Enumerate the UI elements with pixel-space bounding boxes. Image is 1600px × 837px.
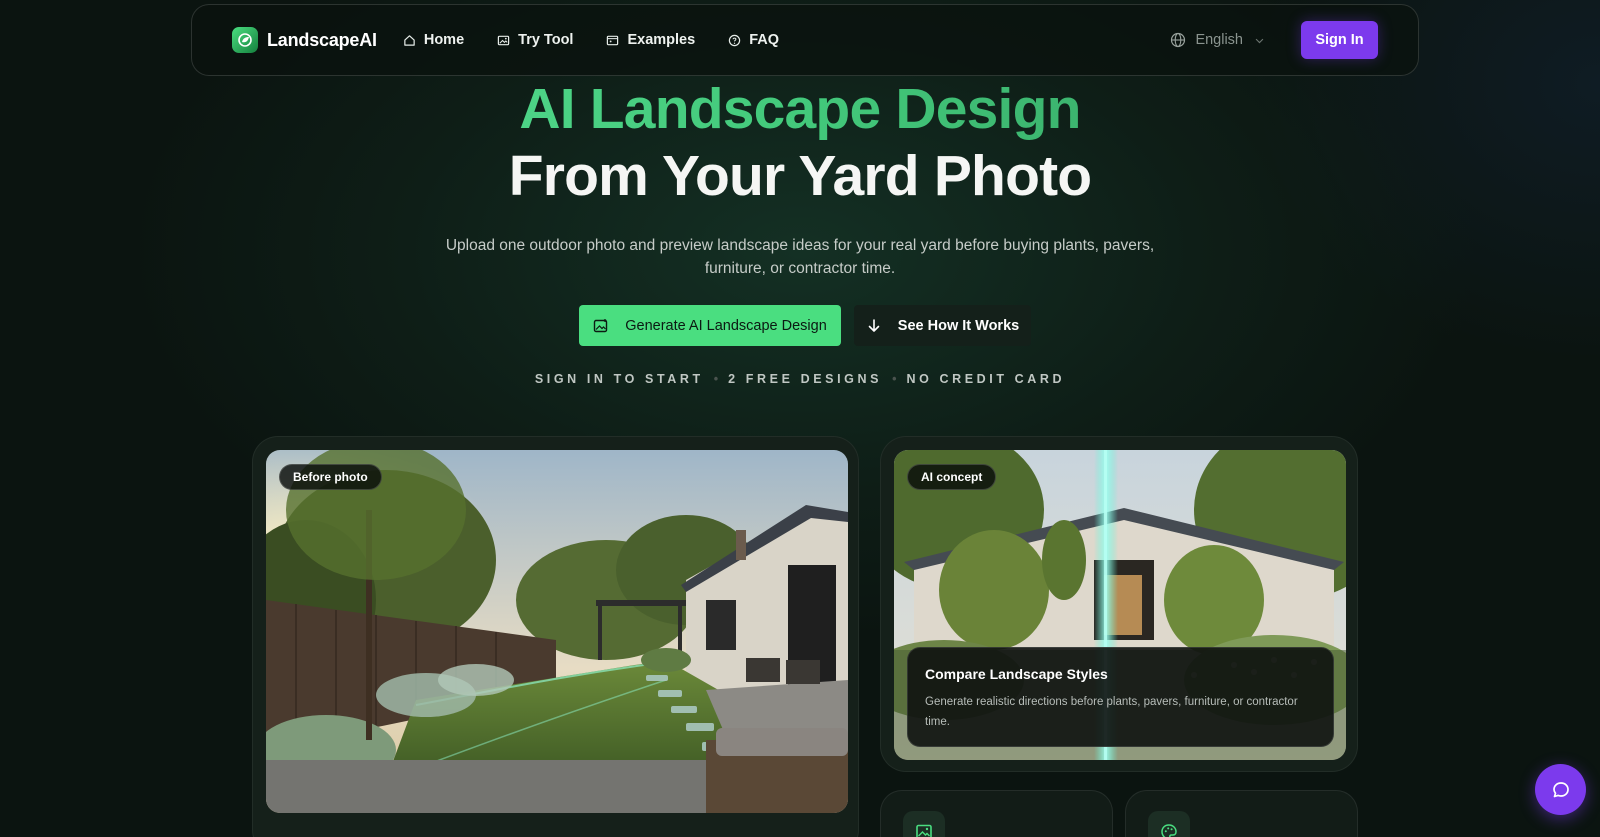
compare-styles-title: Compare Landscape Styles (925, 666, 1108, 682)
nav-home[interactable]: Home (403, 32, 464, 48)
compare-styles-desc: Generate realistic directions before pla… (925, 696, 1298, 728)
feature-palette-icon (1148, 811, 1190, 837)
ai-concept-card: AI concept Compare Landscape Styles Gene… (880, 436, 1358, 772)
chat-bubble-icon (1552, 781, 1569, 797)
gallery-icon (607, 35, 619, 45)
nav-faq-label: FAQ (749, 32, 779, 48)
help-circle-icon (728, 34, 741, 46)
brand-logo[interactable]: LandscapeAI (232, 27, 377, 53)
arrow-down-icon (868, 318, 880, 332)
tag-separator: • (713, 372, 719, 386)
ai-concept-photo: AI concept Compare Landscape Styles Gene… (894, 450, 1346, 760)
tag-separator: • (892, 372, 897, 386)
hero-title-line2: From Your Yard Photo (508, 144, 1092, 208)
nav-home-label: Home (423, 32, 465, 48)
see-how-it-works-label: See How It Works (897, 317, 1020, 334)
feature-image-icon (903, 811, 945, 837)
sign-in-button[interactable]: Sign In (1301, 21, 1378, 59)
language-selector[interactable]: English (1170, 32, 1265, 48)
language-label: English (1195, 32, 1243, 48)
nav-examples-label: Examples (627, 32, 696, 48)
tag-sign-in: SIGN IN TO START (534, 372, 704, 386)
nav-right: English Sign In (1170, 21, 1378, 59)
before-yard-photo: Before photo (266, 450, 848, 813)
chat-support-button[interactable] (1535, 764, 1586, 815)
ai-concept-badge: AI concept (907, 464, 997, 490)
nav-try-tool[interactable]: Try Tool (497, 32, 573, 48)
hero-cta-row: Generate AI Landscape Design See How It … (579, 305, 1031, 346)
nav-try-tool-label: Try Tool (518, 32, 574, 48)
before-photo-badge: Before photo (279, 464, 382, 490)
see-how-it-works-button[interactable]: See How It Works (854, 305, 1031, 346)
feature-card-image (880, 790, 1113, 837)
top-navbar: LandscapeAI Home Try Tool Examples FAQ E… (191, 4, 1419, 76)
generate-design-button[interactable]: Generate AI Landscape Design (579, 305, 841, 346)
before-photo-card: Before photo (252, 436, 859, 837)
image-icon (497, 35, 510, 45)
brand-name: LandscapeAI (267, 29, 377, 50)
image-sparkle-icon (594, 318, 608, 332)
hero-subtitle: Upload one outdoor photo and preview lan… (445, 237, 1155, 277)
feature-card-palette (1125, 790, 1358, 837)
nav-links: Home Try Tool Examples FAQ (403, 32, 812, 48)
tag-no-credit-card: NO CREDIT CARD (906, 372, 1066, 386)
generate-design-label: Generate AI Landscape Design (625, 317, 827, 334)
hero-title-line1: AI Landscape Design (0, 76, 1600, 142)
compare-styles-card: Compare Landscape Styles Generate realis… (907, 647, 1334, 747)
nav-examples[interactable]: Examples (606, 32, 695, 48)
chevron-down-icon (1255, 38, 1264, 43)
leaf-logo-icon (232, 27, 258, 53)
home-icon (404, 34, 415, 46)
tag-free-designs: 2 FREE DESIGNS (728, 372, 883, 386)
hero-tags: SIGN IN TO START • 2 FREE DESIGNS • NO CREDI… (0, 372, 1600, 386)
globe-icon (1171, 32, 1186, 48)
nav-faq[interactable]: FAQ (728, 32, 779, 48)
